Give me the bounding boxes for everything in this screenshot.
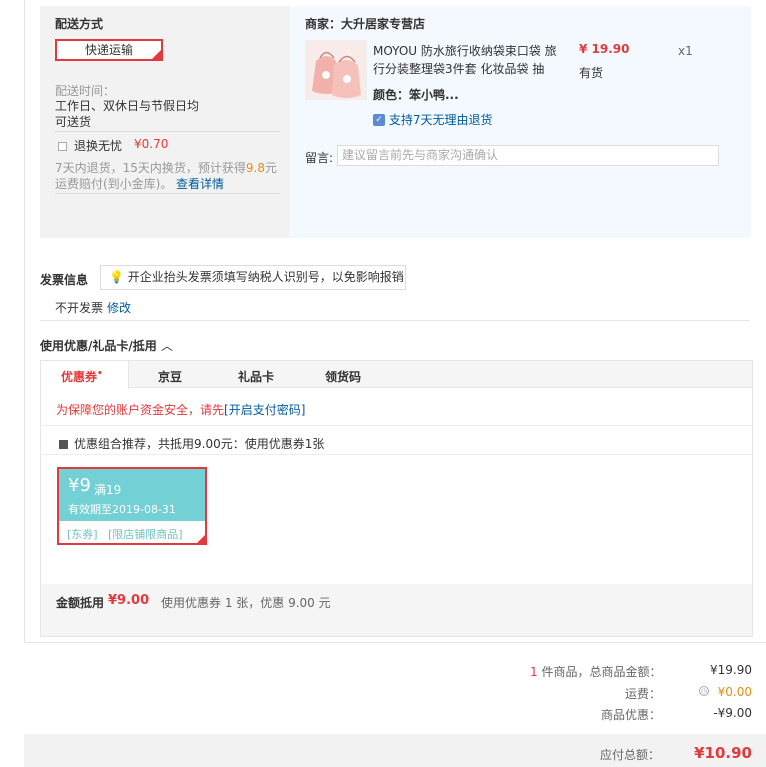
summary-label: 金额抵用	[56, 596, 105, 610]
item-count-suffix: 件商品，总商品金额：	[541, 665, 662, 679]
summary-amount: ¥9.00	[108, 593, 150, 608]
discount-tabbar	[41, 361, 752, 388]
return-insurance-label: 退换无忧	[74, 139, 123, 153]
product-color-label: 颜色：笨小鸭...	[373, 88, 459, 102]
coupon-selected-corner-icon	[195, 533, 207, 545]
tab-coupon-label: 优惠券	[61, 370, 98, 384]
combo-recommend-text: 优惠组合推荐，共抵用9.00元：使用优惠券1张	[74, 437, 325, 451]
frame-bottom-border	[24, 642, 766, 643]
tab-jingdou[interactable]: 京豆	[158, 368, 182, 385]
return-desc-part1: 7天内退货，15天内换货，预计获得	[55, 161, 246, 175]
discount-title: 使用优惠/礼品卡/抵用	[40, 339, 157, 353]
invoice-divider	[40, 320, 750, 321]
tab-coupon[interactable]: 优惠券•	[61, 368, 103, 385]
invoice-title: 发票信息	[40, 273, 89, 287]
coupon-validity: 有效期至2019-08-31	[68, 503, 176, 516]
lightbulb-icon: 💡	[109, 270, 124, 284]
coupon-amount: ¥9	[68, 475, 91, 496]
product-discount-amount: -¥9.00	[713, 706, 752, 720]
invoice-tip-text: 开企业抬头发票须填写纳税人识别号，以免影响报销	[127, 270, 404, 284]
shipping-section-title: 配送方式	[55, 17, 104, 31]
remark-label: 留言:	[305, 151, 334, 165]
tab-gift-card[interactable]: 礼品卡	[238, 368, 274, 385]
invoice-status: 不开发票	[55, 301, 104, 315]
coupon-threshold: 满19	[94, 483, 122, 497]
selected-corner-icon	[152, 50, 161, 59]
return-desc-part2: 元	[265, 161, 278, 175]
coupon-tag-2: [限店铺限商品]	[108, 528, 183, 541]
shipping-method-label: 快递运输	[84, 43, 133, 57]
security-notice: 为保障您的账户资金安全，请先[开启支付密码]	[56, 401, 305, 418]
return-desc-highlight: 9.8	[245, 161, 265, 175]
product-thumbnail[interactable]	[305, 40, 367, 100]
product-title-line1[interactable]: MOYOU 防水旅行收纳袋束口袋 旅	[373, 42, 557, 59]
return-checkbox-icon	[58, 142, 67, 151]
product-discount-label: 商品优惠：	[601, 708, 662, 722]
delivery-time-line2: 可送货	[55, 115, 92, 129]
invoice-edit-link[interactable]: 修改	[107, 299, 131, 316]
payable-label: 应付总额：	[600, 748, 661, 762]
product-color: 颜色：笨小鸭...	[373, 86, 459, 103]
enable-pay-password-link[interactable]: [开启支付密码]	[224, 403, 305, 417]
tab-coupon-dot: •	[97, 369, 103, 379]
discount-section-toggle[interactable]: 使用优惠/礼品卡/抵用 ︿	[40, 337, 173, 354]
coupon-tag-1: [东券]	[67, 528, 98, 541]
return-insurance-checkbox[interactable]	[58, 140, 67, 154]
return-insurance-desc: 7天内退货，15天内换货，预计获得9.8元	[55, 159, 277, 176]
product-quantity: x1	[678, 44, 693, 58]
return-policy-icon: ✓	[373, 113, 385, 126]
product-title-line2[interactable]: 行分装整理袋3件套 化妆品袋 抽	[373, 60, 544, 77]
combo-checkbox-icon	[59, 440, 68, 449]
remark-input[interactable]: 建议留言前先与商家沟通确认	[337, 145, 719, 166]
shipping-method-button[interactable]: 快递运输	[55, 39, 163, 61]
invoice-tip: 💡 开企业抬头发票须填写纳税人识别号，以免影响报销	[100, 265, 406, 290]
security-notice-text: 为保障您的账户资金安全，请先	[56, 403, 225, 417]
discount-divider-1	[41, 425, 752, 426]
chevron-up-icon: ︿	[160, 339, 173, 353]
product-price: ¥ 19.90	[579, 42, 630, 56]
remark-placeholder: 建议留言前先与商家沟通确认	[342, 148, 499, 162]
item-count: 1	[530, 665, 538, 679]
seller-name: 商家：大升居家专营店	[305, 17, 426, 31]
coupon-card-top: ¥9 满19 有效期至2019-08-31	[59, 469, 205, 521]
return-insurance-price: ¥0.70	[134, 137, 169, 151]
return-detail-link[interactable]: 查看详情	[176, 175, 224, 192]
discount-summary-bar	[41, 584, 752, 636]
product-stock: 有货	[579, 66, 604, 80]
shipping-fee-label: 运费：	[625, 687, 662, 701]
shipping-divider-2	[55, 193, 280, 194]
item-amount: ¥19.90	[710, 663, 752, 677]
discount-divider-2	[41, 454, 752, 455]
return-policy-badge: ✓ 支持7天无理由退货	[373, 111, 492, 128]
frame-left-border	[24, 0, 25, 642]
return-policy-text: 支持7天无理由退货	[388, 113, 493, 127]
combo-checkbox[interactable]	[59, 438, 68, 452]
summary-desc: 使用优惠券 1 张，优惠 9.00 元	[161, 596, 331, 610]
shipping-divider-1	[55, 131, 280, 132]
payable-amount: ¥10.90	[694, 744, 752, 762]
tab-pickup-code[interactable]: 领货码	[325, 368, 361, 385]
delivery-time-line1: 工作日、双休日与节假日均	[55, 99, 200, 113]
coupon-card-bottom: [东券] [限店铺限商品]	[59, 521, 207, 545]
product-image-icon	[306, 41, 366, 99]
item-count-row: 1 件商品，总商品金额：	[530, 663, 661, 680]
shipping-fee-amount: ¥0.00	[717, 685, 752, 699]
return-desc-line2: 运费赔付(到小金库)。	[55, 177, 173, 191]
